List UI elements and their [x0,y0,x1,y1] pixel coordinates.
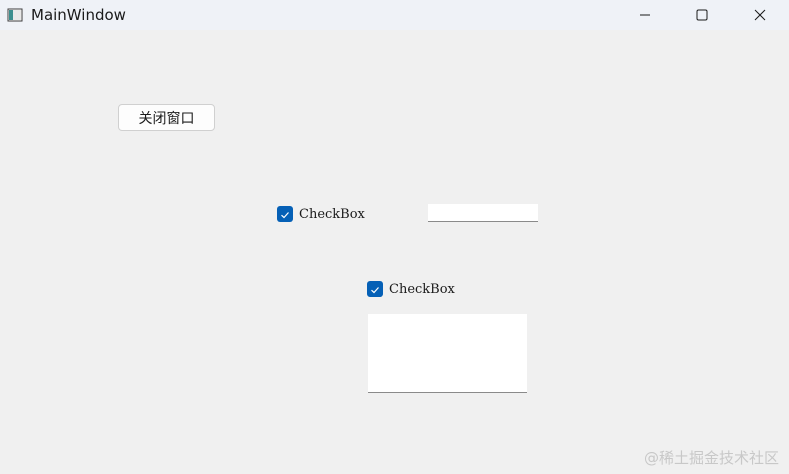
checkbox-2[interactable]: CheckBox [367,280,455,298]
close-button[interactable] [737,0,783,30]
window-title: MainWindow [31,6,126,24]
minimize-icon [639,6,651,25]
title-bar[interactable]: MainWindow [0,0,789,30]
checkbox-label: CheckBox [389,281,455,297]
close-icon [754,6,766,25]
checkmark-icon [370,280,380,299]
maximize-button[interactable] [679,0,725,30]
minimize-button[interactable] [622,0,668,30]
maximize-icon [696,6,708,25]
checkmark-icon [280,205,290,224]
checkbox-label: CheckBox [299,206,365,222]
text-edit-area[interactable] [368,314,527,393]
app-window-icon [7,7,23,23]
main-window: MainWindow 关闭窗口 CheckBox CheckBox @稀土掘金技… [0,0,789,474]
checkbox-checked-indicator[interactable] [277,206,293,222]
checkbox-checked-indicator[interactable] [367,281,383,297]
line-edit-input[interactable] [428,204,538,222]
checkbox-1[interactable]: CheckBox [277,205,365,223]
close-window-button[interactable]: 关闭窗口 [118,104,215,131]
watermark: @稀土掘金技术社区 [643,449,779,467]
